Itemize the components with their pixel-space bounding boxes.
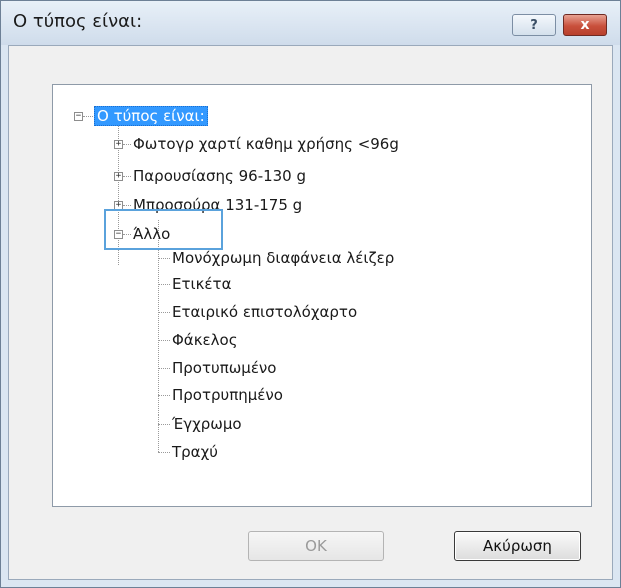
tree-connector — [123, 176, 131, 177]
tree-connector — [158, 424, 170, 425]
cancel-button[interactable]: Ακύρωση — [454, 531, 581, 561]
focus-highlight — [104, 209, 223, 250]
tree-leaf-item[interactable]: Εταιρικό επιστολόχαρτο — [172, 302, 357, 322]
tree-connector — [158, 395, 170, 396]
dialog-title: Ο τύπος είναι: — [13, 11, 143, 32]
tree-leaf-item[interactable]: Μονόχρωμη διαφάνεια λέιζερ — [172, 248, 394, 268]
group-expand-icon[interactable]: + — [114, 140, 123, 149]
tree-connector — [158, 284, 170, 285]
tree-root-label: Ο τύπος είναι: — [94, 106, 208, 126]
tree-connector — [158, 452, 170, 453]
tree-leaf-item[interactable]: Τραχύ — [172, 442, 218, 462]
tree-connector — [158, 258, 170, 259]
dialog-window: Ο τύπος είναι: ? x − Ο τύπος είναι: + Φω… — [0, 0, 621, 588]
tree-group-item[interactable]: Παρουσίασης 96-130 g — [133, 166, 306, 186]
paper-type-tree[interactable]: − Ο τύπος είναι: + Φωτογρ χαρτί καθημ χρ… — [52, 84, 592, 507]
tree-connector — [158, 340, 170, 341]
help-icon: ? — [530, 17, 538, 33]
tree-group-item[interactable]: Φωτογρ χαρτί καθημ χρήσης <96g — [133, 134, 399, 154]
group-expand-icon[interactable]: + — [114, 172, 123, 181]
tree-leaf-item[interactable]: Έγχρωμο — [172, 414, 242, 434]
tree-leaf-item[interactable]: Φάκελος — [172, 330, 238, 350]
tree-root-item[interactable]: Ο τύπος είναι: — [94, 106, 208, 126]
tree-leaf-item[interactable]: Ετικέτα — [172, 274, 231, 294]
close-icon: x — [580, 17, 590, 33]
root-collapse-icon[interactable]: − — [74, 112, 83, 121]
tree-connector — [158, 368, 170, 369]
dialog-client-area: − Ο τύπος είναι: + Φωτογρ χαρτί καθημ χρ… — [8, 45, 613, 580]
close-button[interactable]: x — [563, 14, 607, 36]
help-button[interactable]: ? — [512, 14, 556, 36]
tree-connector — [158, 415, 159, 452]
tree-leaf-item[interactable]: Προτυπωμένο — [172, 358, 277, 378]
tree-connector — [123, 205, 131, 206]
title-bar[interactable]: Ο τύπος είναι: ? x — [1, 1, 620, 45]
tree-connector — [83, 116, 93, 117]
tree-connector — [123, 144, 131, 145]
tree-connector — [158, 312, 170, 313]
ok-button[interactable]: OK — [248, 531, 384, 561]
tree-leaf-item[interactable]: Προτρυπημένο — [172, 385, 283, 405]
